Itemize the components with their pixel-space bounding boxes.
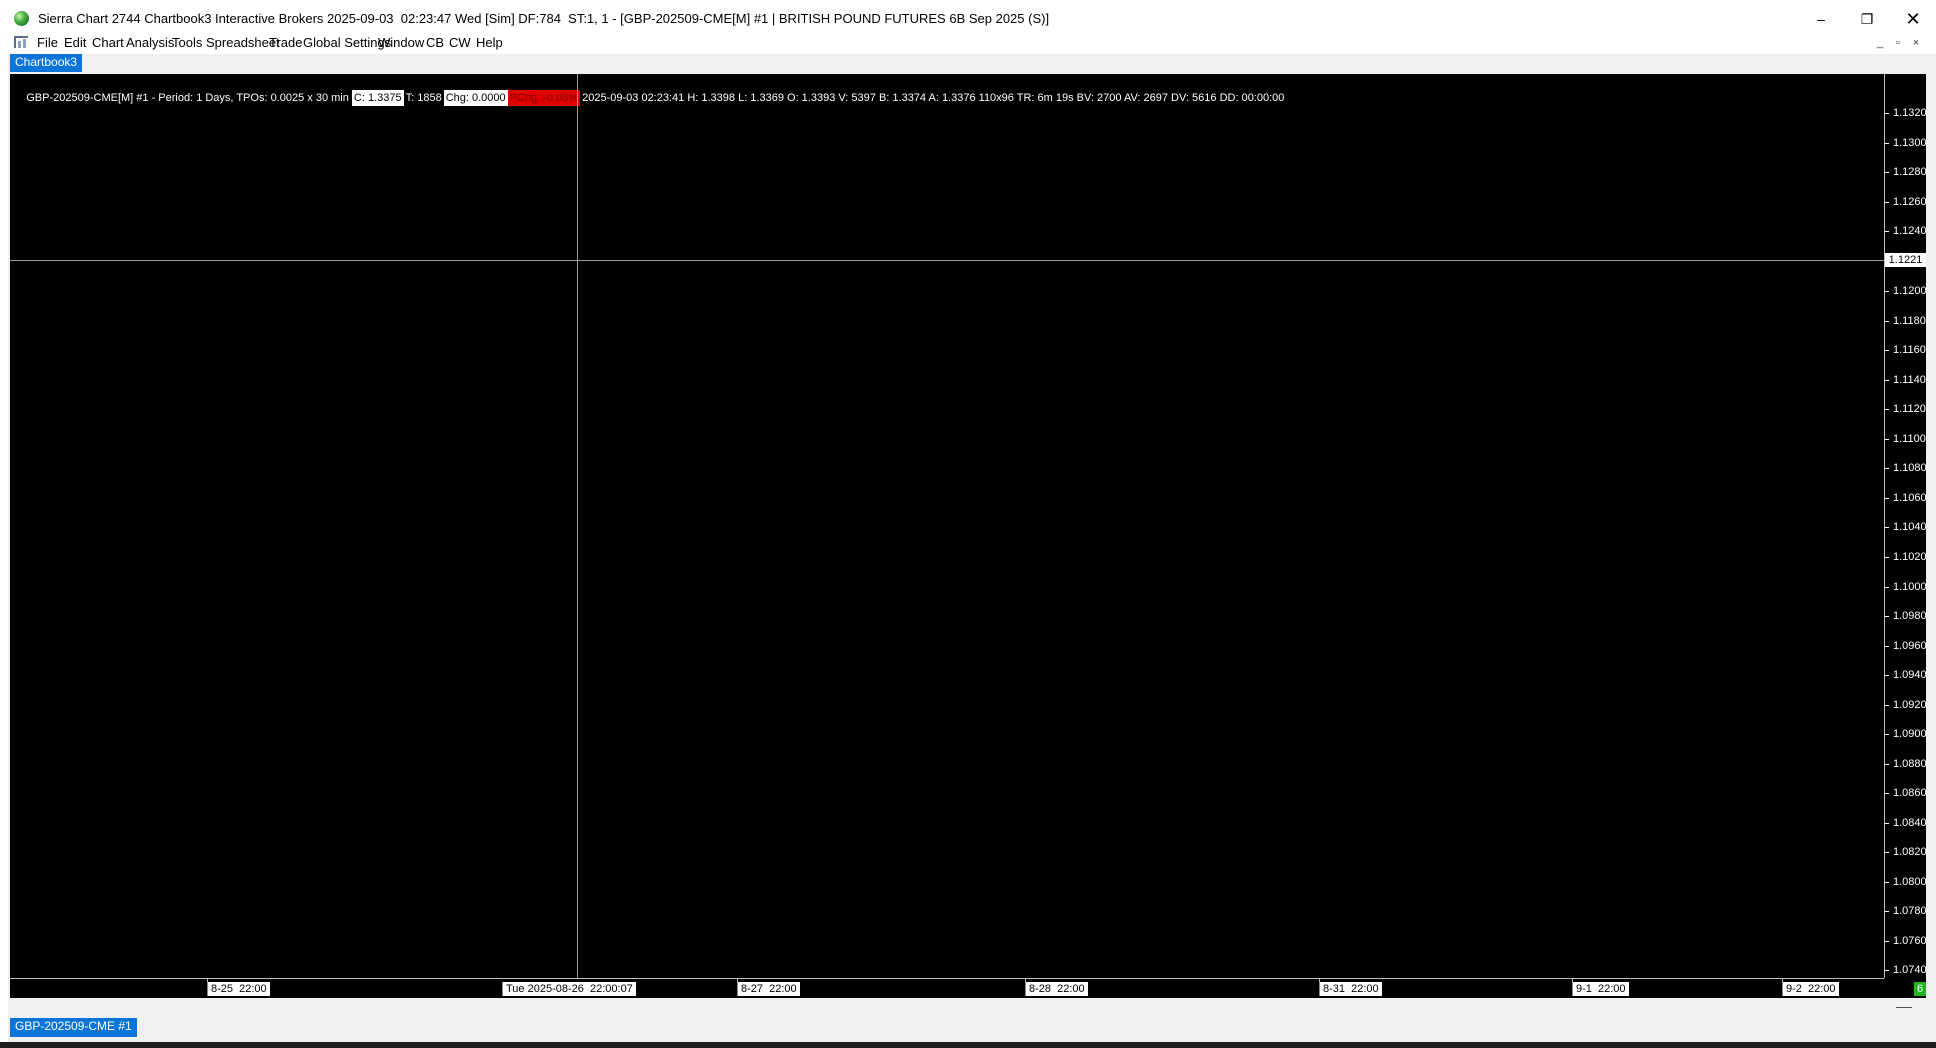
chart-info-line: GBP-202509-CME[M] #1 - Period: 1 Days, T… — [10, 74, 1284, 106]
time-label: 8-28 22:00 — [1025, 982, 1088, 996]
price-label: 1.0920 — [1893, 699, 1926, 711]
price-label: 1.0860 — [1893, 787, 1926, 799]
chartbook-tab-strip: Chartbook3 — [8, 54, 1936, 72]
price-label: 1.1240 — [1893, 225, 1926, 237]
time-label: 9-2 22:00 — [1782, 982, 1839, 996]
price-label: 1.0760 — [1893, 935, 1926, 947]
price-label: 1.1140 — [1893, 374, 1926, 386]
price-label: 1.1260 — [1893, 196, 1926, 208]
mdi-minimize-button[interactable]: _ — [1872, 35, 1888, 51]
price-label: 1.1080 — [1893, 462, 1926, 474]
price-label: 1.1100 — [1893, 433, 1926, 445]
collapse-icon[interactable] — [1896, 1007, 1912, 1008]
info-percent-change: PChg: -0.03% — [507, 90, 581, 106]
price-label: 1.0740 — [1893, 964, 1926, 976]
time-label: 8-25 22:00 — [207, 982, 270, 996]
price-label: 1.0800 — [1893, 876, 1926, 888]
mdi-close-button[interactable]: × — [1908, 35, 1924, 51]
window-title: Sierra Chart 2744 Chartbook3 Interactive… — [38, 11, 1050, 26]
price-label: 1.1120 — [1893, 403, 1926, 415]
price-label: 1.1020 — [1893, 551, 1926, 563]
taskbar-edge — [0, 1042, 1936, 1048]
crosshair-horizontal — [10, 260, 1884, 261]
price-label: 1.0780 — [1893, 905, 1926, 917]
window-left-edge — [0, 0, 8, 1048]
chart-area[interactable]: GBP-202509-CME[M] #1 - Period: 1 Days, T… — [10, 74, 1926, 998]
price-label: 1.1060 — [1893, 492, 1926, 504]
mdi-restore-button[interactable]: ▫ — [1890, 35, 1906, 51]
price-label: 1.0980 — [1893, 610, 1926, 622]
crosshair-vertical — [577, 74, 578, 978]
price-label: 1.1200 — [1893, 285, 1926, 297]
chart-tab-gbp[interactable]: GBP-202509-CME #1 — [10, 1018, 137, 1037]
price-label: 1.0880 — [1893, 758, 1926, 770]
time-label: 9-1 22:00 — [1572, 982, 1629, 996]
price-label: 1.0940 — [1893, 669, 1926, 681]
time-scale-border — [10, 978, 1884, 979]
price-label: 1.1180 — [1893, 315, 1926, 327]
info-change: Chg: 0.0000 — [443, 90, 508, 106]
price-label: 1.1300 — [1893, 137, 1926, 149]
price-label: 1.1160 — [1893, 344, 1926, 356]
time-label: 8-31 22:00 — [1319, 982, 1382, 996]
price-label: 1.1000 — [1893, 581, 1926, 593]
time-label: 8-27 22:00 — [737, 982, 800, 996]
menu-bar: File Edit Chart Analysis Tools Spreadshe… — [8, 32, 1936, 54]
info-details: 2025-09-03 02:23:41 H: 1.3398 L: 1.3369 … — [582, 92, 1285, 104]
price-label: 1.0840 — [1893, 817, 1926, 829]
chartbook-tab[interactable]: Chartbook3 — [10, 54, 83, 72]
crosshair-time-label: Tue 2025-08-26 22:00:07 — [502, 982, 636, 996]
chart-window-icon[interactable] — [14, 36, 28, 48]
crosshair-price-label: 1.1221 — [1885, 253, 1926, 267]
chart-tabs-bar: GBP-202509-CME #1 — [8, 1000, 1936, 1048]
scale-corner-indicator[interactable]: 6 — [1914, 982, 1926, 996]
price-label: 1.0960 — [1893, 640, 1926, 652]
info-trades: T: 1858 — [405, 92, 442, 104]
menu-help[interactable]: Help — [471, 34, 508, 51]
info-close: C: 1.3375 — [351, 90, 404, 106]
price-label: 1.1280 — [1893, 166, 1926, 178]
price-label: 1.1320 — [1893, 107, 1926, 119]
price-scale[interactable]: 1.1320 1.1300 1.1280 1.1260 1.1240 1.120… — [1885, 74, 1926, 978]
sierra-chart-app-icon — [14, 11, 29, 26]
price-label: 1.1040 — [1893, 521, 1926, 533]
info-symbol-period: GBP-202509-CME[M] #1 - Period: 1 Days, T… — [26, 92, 352, 104]
price-label: 1.0820 — [1893, 846, 1926, 858]
price-label: 1.0900 — [1893, 728, 1926, 740]
